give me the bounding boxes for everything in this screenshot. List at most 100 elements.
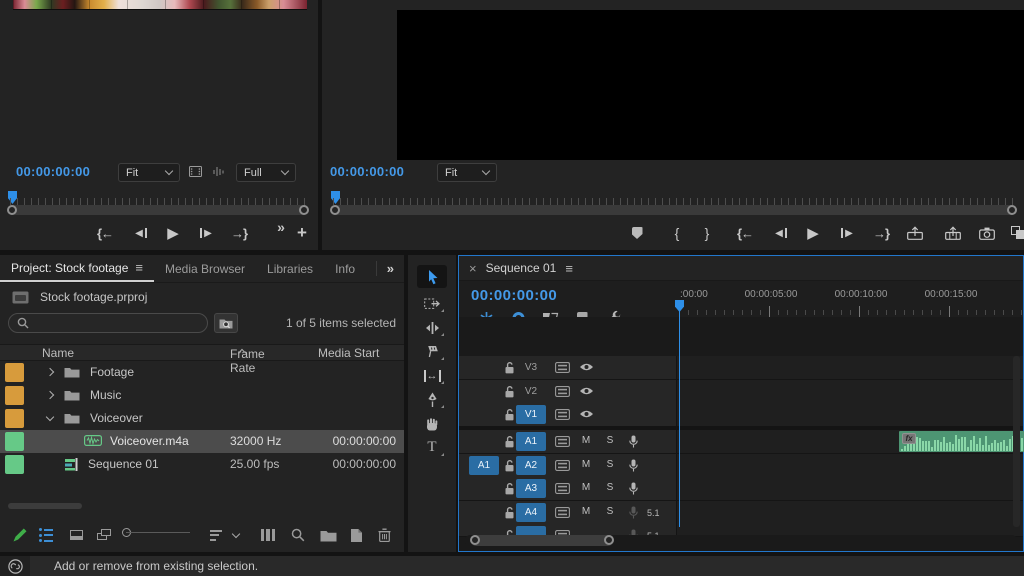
expand-chevron-icon[interactable] (46, 368, 54, 376)
timeline-time-ruler[interactable] (677, 306, 1023, 317)
tab-overflow-chevron[interactable]: » (377, 255, 404, 282)
mute-track-button[interactable]: M (579, 459, 593, 470)
source-patch-a1-badge[interactable]: A1 (469, 456, 499, 475)
program-zoom-select[interactable]: Fit (437, 163, 497, 182)
slip-tool[interactable]: ↔ (417, 364, 447, 387)
timeline-timecode[interactable]: 00:00:00:00 (471, 287, 557, 304)
track-content-a2[interactable] (677, 454, 1023, 477)
track-label-v2[interactable]: V2 (516, 382, 546, 401)
search-box[interactable] (8, 313, 208, 333)
track-label-a4[interactable]: A4 (516, 503, 546, 522)
column-media-start[interactable]: Media Start (318, 346, 379, 360)
extract-button[interactable] (940, 222, 966, 244)
selection-tool[interactable] (417, 265, 447, 288)
tab-libraries[interactable]: Libraries (256, 255, 324, 282)
track-lock-icon[interactable] (504, 408, 515, 421)
mute-track-button[interactable]: M (579, 482, 593, 493)
comparison-view-button[interactable] (1005, 222, 1024, 244)
scrollbar-handle-right[interactable] (604, 535, 614, 545)
scrollbar-handle-right[interactable] (299, 205, 309, 215)
collapse-chevron-icon[interactable] (46, 413, 54, 421)
step-forward-button[interactable]: ▶ (834, 222, 860, 244)
column-name[interactable]: Name (42, 346, 74, 360)
solo-track-button[interactable]: S (603, 506, 617, 517)
automate-to-sequence-button[interactable] (258, 525, 278, 545)
panel-menu-icon[interactable]: ≡ (135, 260, 143, 275)
label-color-swatch[interactable] (5, 386, 24, 405)
writable-pencil-icon[interactable] (10, 525, 30, 545)
label-color-swatch[interactable] (5, 363, 24, 382)
program-zoom-scrollbar[interactable] (331, 205, 1016, 215)
sync-lock-icon[interactable] (555, 362, 570, 373)
find-button[interactable] (288, 525, 308, 545)
mark-out-button[interactable]: } (694, 222, 720, 244)
label-color-swatch[interactable] (5, 432, 24, 451)
track-select-forward-tool[interactable] (417, 292, 447, 315)
razor-tool[interactable] (417, 340, 447, 363)
search-input[interactable] (35, 316, 199, 330)
table-row-sequence-01[interactable]: Sequence 01 25.00 fps 00:00:00:00 (0, 453, 404, 476)
source-time-ruler[interactable] (10, 198, 306, 205)
column-frame-rate[interactable]: Frame Rate (230, 346, 245, 360)
button-editor-add[interactable]: + (289, 222, 315, 244)
project-file-row[interactable]: Stock footage.prproj (12, 288, 147, 306)
play-button[interactable]: ▶ (160, 222, 186, 244)
play-button[interactable]: ▶ (800, 222, 826, 244)
step-back-button[interactable]: ◀ (128, 222, 154, 244)
track-content-a3[interactable] (677, 477, 1023, 500)
voiceover-record-mic-icon[interactable] (629, 506, 638, 519)
fx-badge[interactable]: fx (902, 433, 916, 444)
go-to-in-button[interactable]: {← (732, 222, 758, 244)
toggle-track-output-eye-icon[interactable] (579, 409, 594, 419)
toggle-track-output-eye-icon[interactable] (579, 386, 594, 396)
table-row-music[interactable]: Music (0, 384, 404, 407)
sync-lock-icon[interactable] (555, 409, 570, 420)
zoom-slider-track[interactable] (126, 532, 190, 533)
more-buttons-chevron[interactable]: » (272, 216, 290, 238)
label-color-swatch[interactable] (5, 409, 24, 428)
solo-track-button[interactable]: S (603, 459, 617, 470)
close-panel-icon[interactable]: × (469, 261, 477, 276)
search-bin-button[interactable] (214, 313, 238, 333)
sort-icons-button[interactable] (206, 525, 226, 545)
timeline-tab-title[interactable]: Sequence 01 (486, 261, 557, 275)
drag-video-icon[interactable] (189, 166, 202, 177)
table-row-voiceover-m4a[interactable]: Voiceover.m4a 32000 Hz 00:00:00:00 (0, 430, 404, 453)
sync-lock-icon[interactable] (555, 436, 570, 447)
source-clip-filmstrip[interactable] (13, 0, 307, 10)
go-to-in-button[interactable]: {← (92, 222, 118, 244)
mark-in-button[interactable]: { (664, 222, 690, 244)
list-view-button[interactable] (36, 525, 56, 545)
program-time-ruler[interactable] (333, 198, 1014, 205)
track-label-a3[interactable]: A3 (516, 479, 546, 498)
track-content-v3[interactable] (677, 356, 1023, 379)
tab-project[interactable]: Project: Stock footage ≡ (0, 255, 154, 282)
creative-cloud-button[interactable] (0, 556, 30, 576)
tab-info[interactable]: Info (324, 255, 366, 282)
voiceover-record-mic-icon[interactable] (629, 435, 638, 448)
step-back-button[interactable]: ◀ (768, 222, 794, 244)
label-color-swatch[interactable] (5, 455, 24, 474)
freeform-view-button[interactable] (94, 525, 114, 545)
scrollbar-handle-left[interactable] (470, 535, 480, 545)
track-label-v1[interactable]: V1 (516, 405, 546, 424)
track-lock-icon[interactable] (504, 385, 515, 398)
tab-media-browser[interactable]: Media Browser (154, 255, 256, 282)
timeline-zoom-scrollbar[interactable] (465, 535, 1017, 546)
delete-button[interactable] (374, 525, 394, 545)
sync-lock-icon[interactable] (555, 483, 570, 494)
mute-track-button[interactable]: M (579, 435, 593, 446)
voiceover-record-mic-icon[interactable] (629, 482, 638, 495)
scrollbar-handle-right[interactable] (1007, 205, 1017, 215)
timeline-zoom-bar[interactable] (471, 535, 613, 546)
track-lock-icon[interactable] (504, 459, 515, 472)
solo-track-button[interactable]: S (603, 482, 617, 493)
track-content-v1[interactable] (677, 403, 1023, 426)
track-lock-icon[interactable] (504, 506, 515, 519)
lift-button[interactable] (902, 222, 928, 244)
table-row-voiceover-bin[interactable]: Voiceover (0, 407, 404, 430)
voiceover-audio-clip[interactable]: fx (899, 431, 1024, 452)
scrollbar-handle-left[interactable] (330, 205, 340, 215)
track-label-a2[interactable]: A2 (516, 456, 546, 475)
scrollbar-handle-left[interactable] (7, 205, 17, 215)
